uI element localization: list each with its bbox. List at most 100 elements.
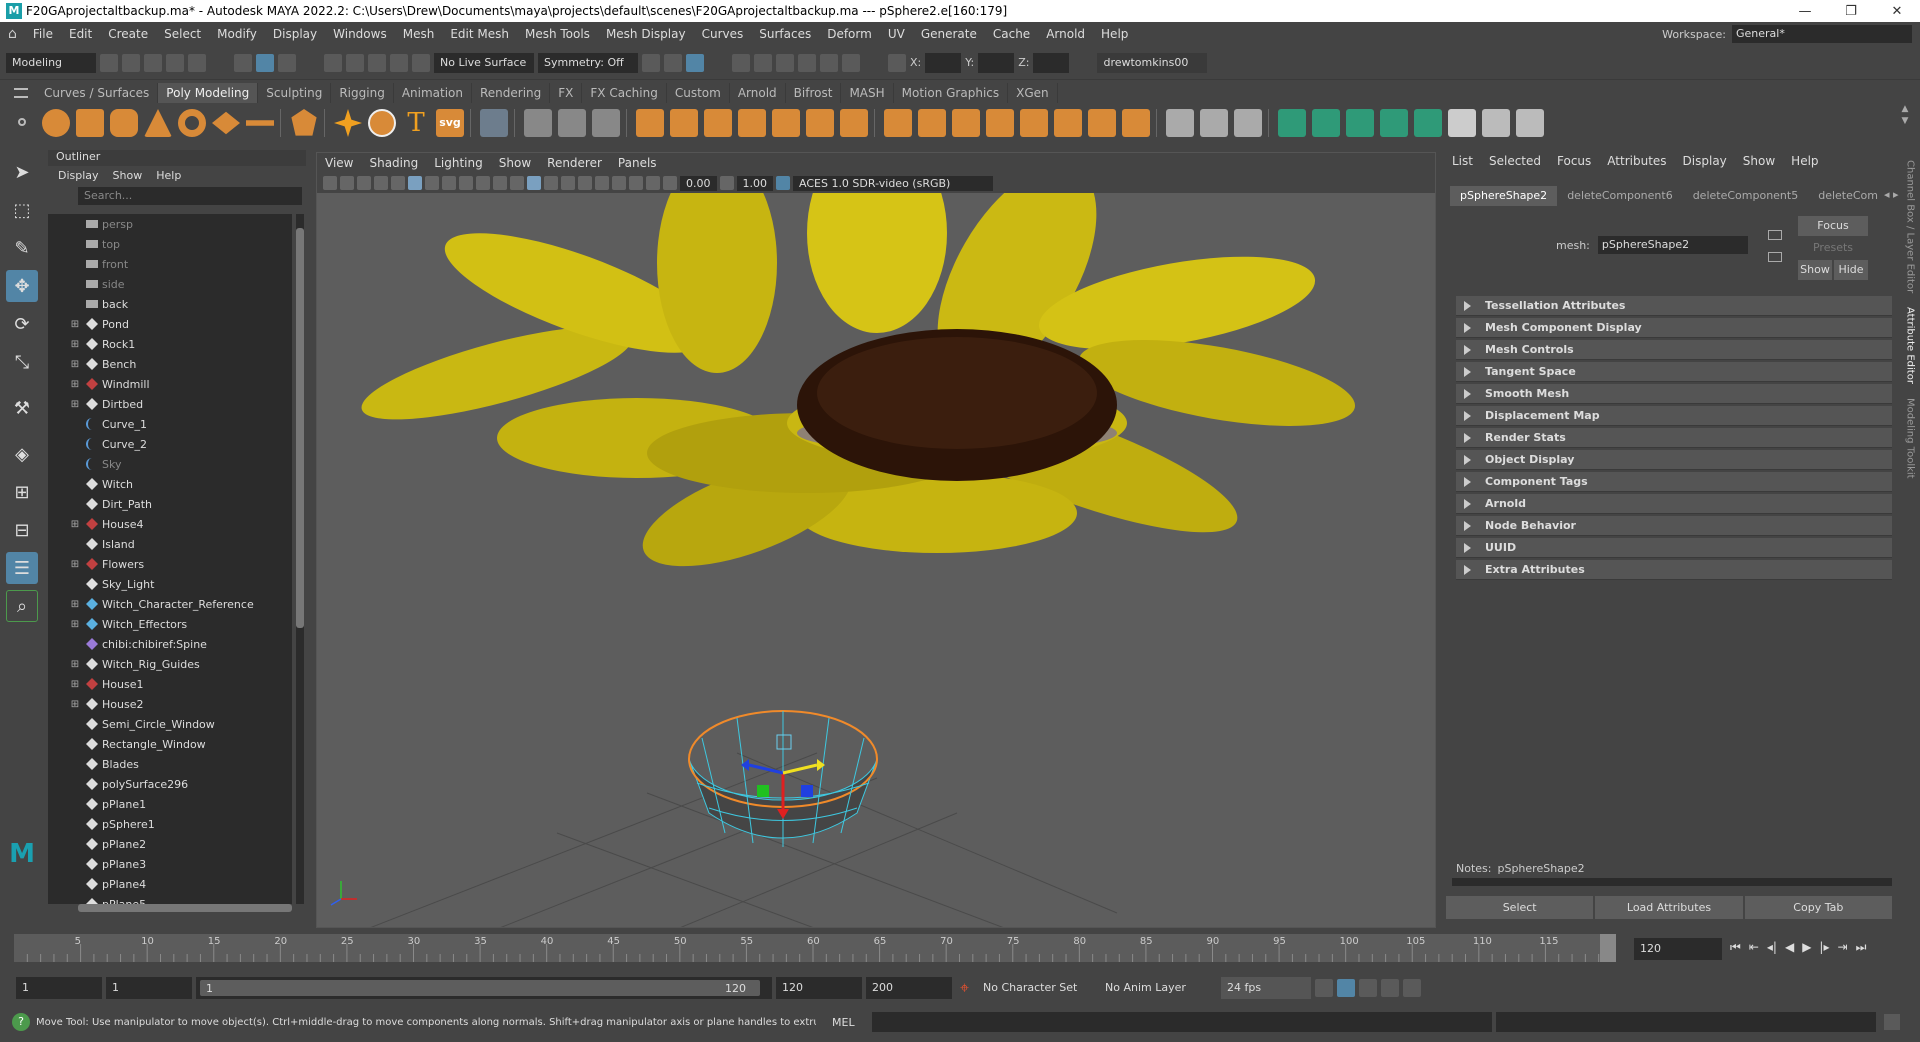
mirror-icon[interactable] [772,109,800,137]
menu-edit-mesh[interactable]: Edit Mesh [442,27,517,41]
poly-torus-icon[interactable] [178,109,206,137]
outliner-item[interactable]: ⊞ Windmill [48,374,292,394]
poly-disc-icon[interactable] [246,120,274,126]
ae-menu-selected[interactable]: Selected [1489,154,1541,168]
section-tessellation-attributes[interactable]: Tessellation Attributes [1456,296,1892,316]
combine-icon[interactable] [636,109,664,137]
home-icon[interactable]: ⌂ [0,26,25,42]
command-line-input[interactable] [872,1012,1492,1032]
bevel-icon[interactable] [952,109,980,137]
cache-playback-icon[interactable] [1337,979,1356,997]
outliner-item[interactable]: polySurface296 [48,774,292,794]
expand-icon[interactable]: ⊞ [68,319,82,330]
camera-uv-icon[interactable] [1414,109,1442,137]
anim-prefs-icon[interactable] [1381,979,1400,997]
search-icon[interactable]: ⌕ [6,590,38,622]
shelf-tab-rigging[interactable]: Rigging [331,83,394,103]
expand-triangle-icon[interactable] [1464,520,1471,531]
workspace-dropdown[interactable]: General* [1732,25,1912,43]
outliner-item[interactable]: ⊞ Dirtbed [48,394,292,414]
outliner-item[interactable]: top [48,234,292,254]
gamma-field[interactable]: 1.00 [736,175,773,191]
target-weld-icon[interactable] [1234,109,1262,137]
outliner-item[interactable]: ⊞ Flowers [48,554,292,574]
shelf-tab-sculpting[interactable]: Sculpting [258,83,332,103]
outliner-layout-icon[interactable]: ☰ [6,552,38,584]
outliner-menu-show[interactable]: Show [113,169,143,182]
outliner-item[interactable]: chibi:chibiref:Spine [48,634,292,654]
safe-action-icon[interactable] [493,176,507,190]
section-node-behavior[interactable]: Node Behavior [1456,516,1892,536]
fps-dropdown[interactable]: 24 fps [1221,977,1312,999]
shelf-tab-poly-modeling[interactable]: Poly Modeling [158,83,259,103]
ae-menu-focus[interactable]: Focus [1557,154,1591,168]
expand-icon[interactable]: ⊞ [68,699,82,710]
expand-icon[interactable]: ⊞ [68,359,82,370]
ae-tab-deletecom[interactable]: deleteCom [1808,186,1888,206]
cut-uv-icon[interactable] [1482,109,1510,137]
redo-icon[interactable] [188,53,206,72]
outliner-item[interactable]: front [48,254,292,274]
shadows-icon[interactable] [595,176,609,190]
outliner-item[interactable]: back [48,294,292,314]
grease-pencil-icon[interactable] [391,176,405,190]
section-tangent-space[interactable]: Tangent Space [1456,362,1892,382]
shelf-tab-custom[interactable]: Custom [667,83,730,103]
reduce-icon[interactable] [806,109,834,137]
last-tool-icon[interactable]: ⚒ [6,392,38,424]
bridge-icon[interactable] [918,109,946,137]
remesh-icon[interactable] [840,109,868,137]
ipr-render-icon[interactable] [686,53,704,72]
script-editor-icon[interactable] [1884,1014,1900,1030]
playback-end-field[interactable]: 120 [776,977,862,999]
ae-menu-list[interactable]: List [1452,154,1473,168]
minimize-button[interactable]: — [1782,4,1828,19]
menu-generate[interactable]: Generate [913,27,985,41]
focus-button[interactable]: Focus [1798,216,1868,236]
poly-cylinder-icon[interactable] [110,109,138,137]
lights-icon[interactable] [578,176,592,190]
xray-icon[interactable] [646,176,660,190]
menu-deform[interactable]: Deform [819,27,880,41]
section-object-display[interactable]: Object Display [1456,450,1892,470]
presets-button[interactable]: Presets [1798,238,1868,258]
field-chart-icon[interactable] [476,176,490,190]
fill-hole-icon[interactable] [1088,109,1116,137]
auto-key-icon[interactable]: ⌖ [956,978,973,998]
outliner-item[interactable]: pPlane1 [48,794,292,814]
expand-triangle-icon[interactable] [1464,388,1471,399]
camera-select-icon[interactable] [323,176,337,190]
y-field[interactable] [978,52,1015,73]
select-tool-icon[interactable]: ➤ [6,156,38,188]
outliner-item[interactable]: Dirt_Path [48,494,292,514]
menu-windows[interactable]: Windows [325,27,395,41]
textured-icon[interactable] [561,176,575,190]
svg-icon[interactable]: svg [436,109,464,137]
wedge-icon[interactable] [1054,109,1082,137]
menu-mesh[interactable]: Mesh [395,27,443,41]
new-scene-icon[interactable] [100,53,118,72]
expand-icon[interactable]: ⊞ [68,679,82,690]
step-back-key-icon[interactable]: ⇤ [1749,940,1759,955]
shelf-tab-rendering[interactable]: Rendering [472,83,551,103]
multi-cut-icon[interactable] [1166,109,1194,137]
menu-help[interactable]: Help [1093,27,1136,41]
close-button[interactable]: ✕ [1874,4,1920,19]
shelf-tab-animation[interactable]: Animation [394,83,472,103]
outliner-item[interactable]: side [48,274,292,294]
outliner-item[interactable]: Rectangle_Window [48,734,292,754]
menu-create[interactable]: Create [100,27,156,41]
expand-triangle-icon[interactable] [1464,476,1471,487]
type-text-icon[interactable]: T [402,109,430,137]
menu-file[interactable]: File [25,27,61,41]
loop-icon[interactable] [1315,979,1334,997]
outliner-item[interactable]: Curve_2 [48,434,292,454]
ambient-occlusion-icon[interactable] [612,176,626,190]
select-button[interactable]: Select [1446,896,1594,919]
go-to-start-icon[interactable]: ⏮ [1730,940,1741,955]
move-tool-icon[interactable]: ✥ [6,270,38,302]
anim-layer-dropdown[interactable]: No Anim Layer [1099,977,1218,999]
shelf-scroll-arrows[interactable]: ▲ ▼ [1898,103,1912,143]
color-management-icon[interactable] [776,176,790,190]
viewport-menu-panels[interactable]: Panels [610,156,665,170]
